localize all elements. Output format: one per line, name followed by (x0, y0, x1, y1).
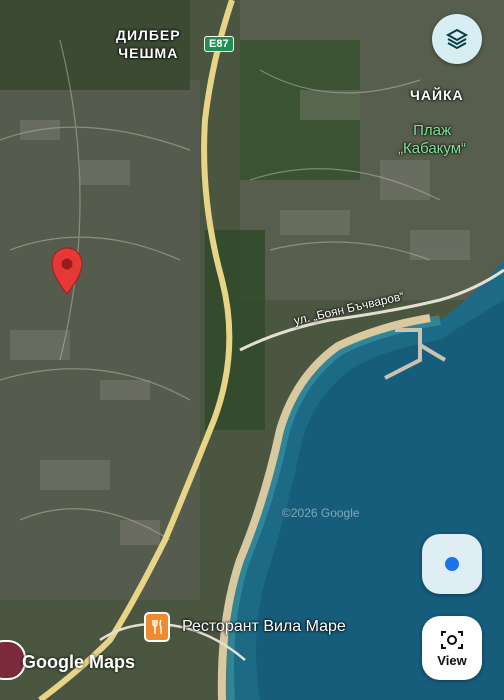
poi-restaurant-vila-mare[interactable]: Ресторант Вила Маре (144, 612, 346, 642)
google-maps-logo: Google Maps (22, 652, 136, 672)
my-location-button[interactable] (422, 534, 482, 594)
poi-label: Ресторант Вила Маре (182, 618, 346, 635)
map-copyright: ©2026 Google (282, 506, 360, 520)
place-label-chaika: ЧАЙКА (410, 87, 464, 103)
layers-button[interactable] (432, 14, 482, 64)
satellite-map[interactable] (0, 0, 504, 700)
restaurant-icon (144, 612, 170, 642)
road-shield-e87: E87 (204, 36, 234, 52)
view-button[interactable]: View (422, 616, 482, 680)
poi-label-beach-kabakum[interactable]: Плаж „Кабакум“ (398, 122, 466, 158)
lens-camera-icon (441, 630, 463, 649)
layers-icon (445, 28, 469, 50)
place-label-dilber-cheshma: ДИЛБЕР ЧЕШМА (116, 27, 181, 61)
my-location-icon (445, 557, 459, 571)
view-label: View (437, 652, 467, 668)
location-pin-icon[interactable] (50, 246, 84, 301)
